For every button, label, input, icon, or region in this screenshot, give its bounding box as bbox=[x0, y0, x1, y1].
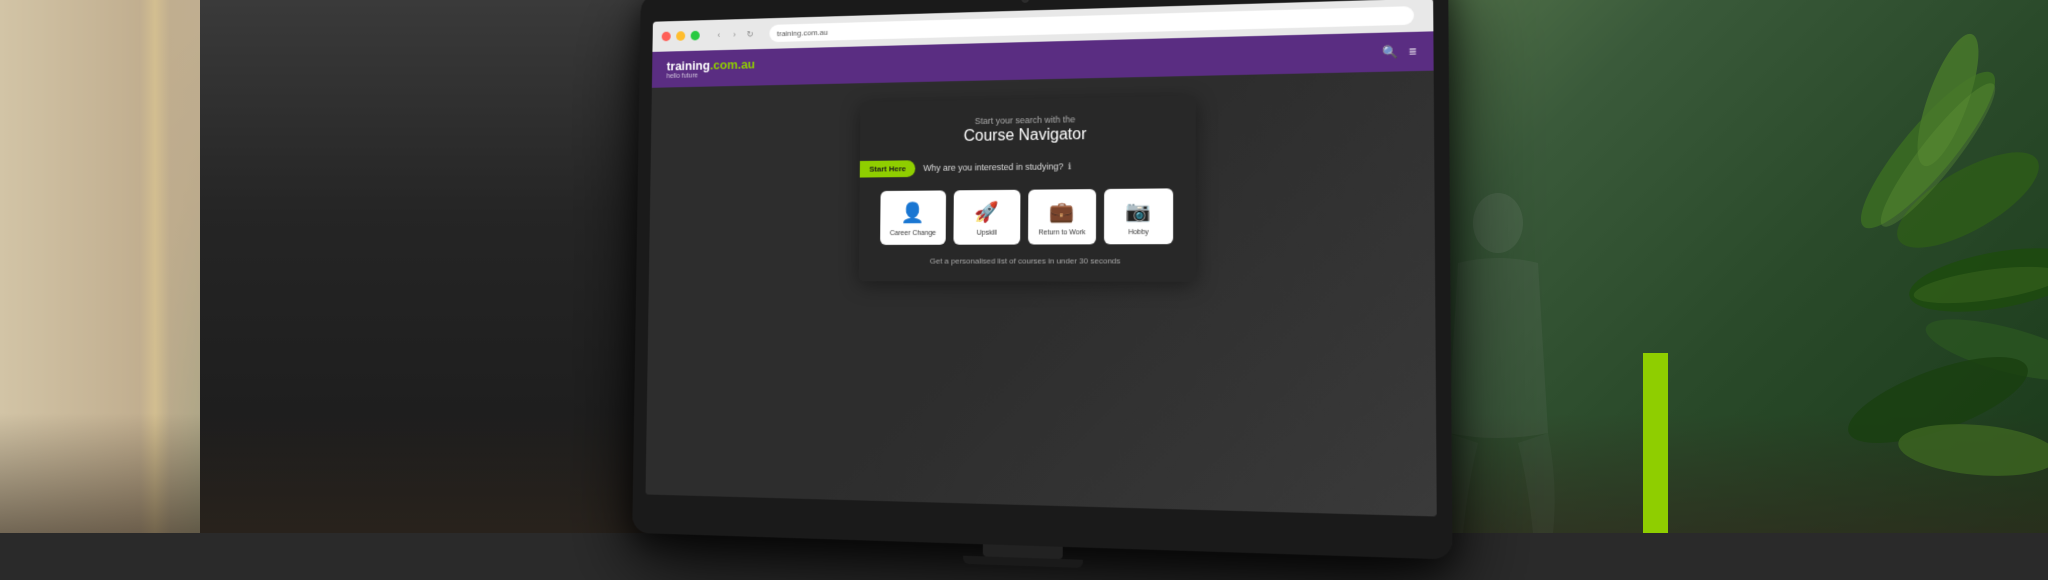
monitor-camera bbox=[1021, 0, 1029, 2]
info-icon: ℹ bbox=[1068, 161, 1071, 171]
forward-button[interactable]: › bbox=[728, 27, 741, 41]
hobby-label: Hobby bbox=[1128, 229, 1149, 236]
career-change-icon: 👤 bbox=[901, 200, 925, 225]
green-accent-strip bbox=[1643, 353, 1668, 533]
url-text: training.com.au bbox=[777, 27, 828, 37]
site-nav: 🔍 ≡ bbox=[1382, 44, 1416, 59]
traffic-light-close[interactable] bbox=[662, 31, 671, 41]
return-to-work-label: Return to Work bbox=[1039, 229, 1086, 236]
browser-nav-controls: ‹ › ↻ bbox=[712, 27, 756, 42]
search-icon[interactable]: 🔍 bbox=[1382, 44, 1398, 59]
career-change-label: Career Change bbox=[890, 229, 936, 236]
monitor: ‹ › ↻ training.com.au training.com.au bbox=[632, 0, 1453, 572]
hero-title: Course Navigator bbox=[879, 124, 1175, 146]
hobby-icon: 📷 bbox=[1126, 198, 1151, 223]
traffic-light-minimize[interactable] bbox=[676, 31, 685, 41]
logo-text: training.com.au bbox=[667, 56, 756, 72]
upskill-icon: 🚀 bbox=[975, 199, 1000, 224]
traffic-light-fullscreen[interactable] bbox=[691, 30, 700, 40]
logo-accent: .com.au bbox=[710, 56, 755, 71]
option-career-change[interactable]: 👤 Career Change bbox=[880, 190, 946, 244]
monitor-screen: ‹ › ↻ training.com.au training.com.au bbox=[646, 0, 1437, 516]
monitor-bezel: ‹ › ↻ training.com.au training.com.au bbox=[632, 0, 1452, 559]
course-navigator-card: Start your search with the Course Naviga… bbox=[859, 96, 1196, 282]
reload-button[interactable]: ↻ bbox=[744, 27, 757, 41]
return-to-work-icon: 💼 bbox=[1050, 199, 1075, 224]
cta-text: Get a personalised list of courses in un… bbox=[878, 256, 1175, 265]
plant-svg bbox=[1448, 0, 2048, 533]
step-badge: Start Here bbox=[860, 160, 916, 177]
option-return-to-work[interactable]: 💼 Return to Work bbox=[1028, 189, 1096, 244]
site-hero: Start your search with the Course Naviga… bbox=[646, 70, 1437, 516]
step-row: Start Here Why are you interested in stu… bbox=[879, 156, 1175, 176]
website: training.com.au hello future 🔍 ≡ Start y… bbox=[646, 31, 1437, 516]
menu-icon[interactable]: ≡ bbox=[1409, 44, 1417, 59]
step-question: Why are you interested in studying? ℹ bbox=[923, 161, 1071, 174]
options-grid: 👤 Career Change 🚀 Upskill 💼 Return to Wo… bbox=[878, 188, 1175, 245]
back-button[interactable]: ‹ bbox=[712, 28, 725, 42]
option-hobby[interactable]: 📷 Hobby bbox=[1104, 188, 1173, 244]
site-logo: training.com.au hello future bbox=[666, 56, 755, 79]
option-upskill[interactable]: 🚀 Upskill bbox=[953, 189, 1020, 244]
upskill-label: Upskill bbox=[977, 229, 997, 236]
monitor-stand bbox=[983, 544, 1063, 559]
